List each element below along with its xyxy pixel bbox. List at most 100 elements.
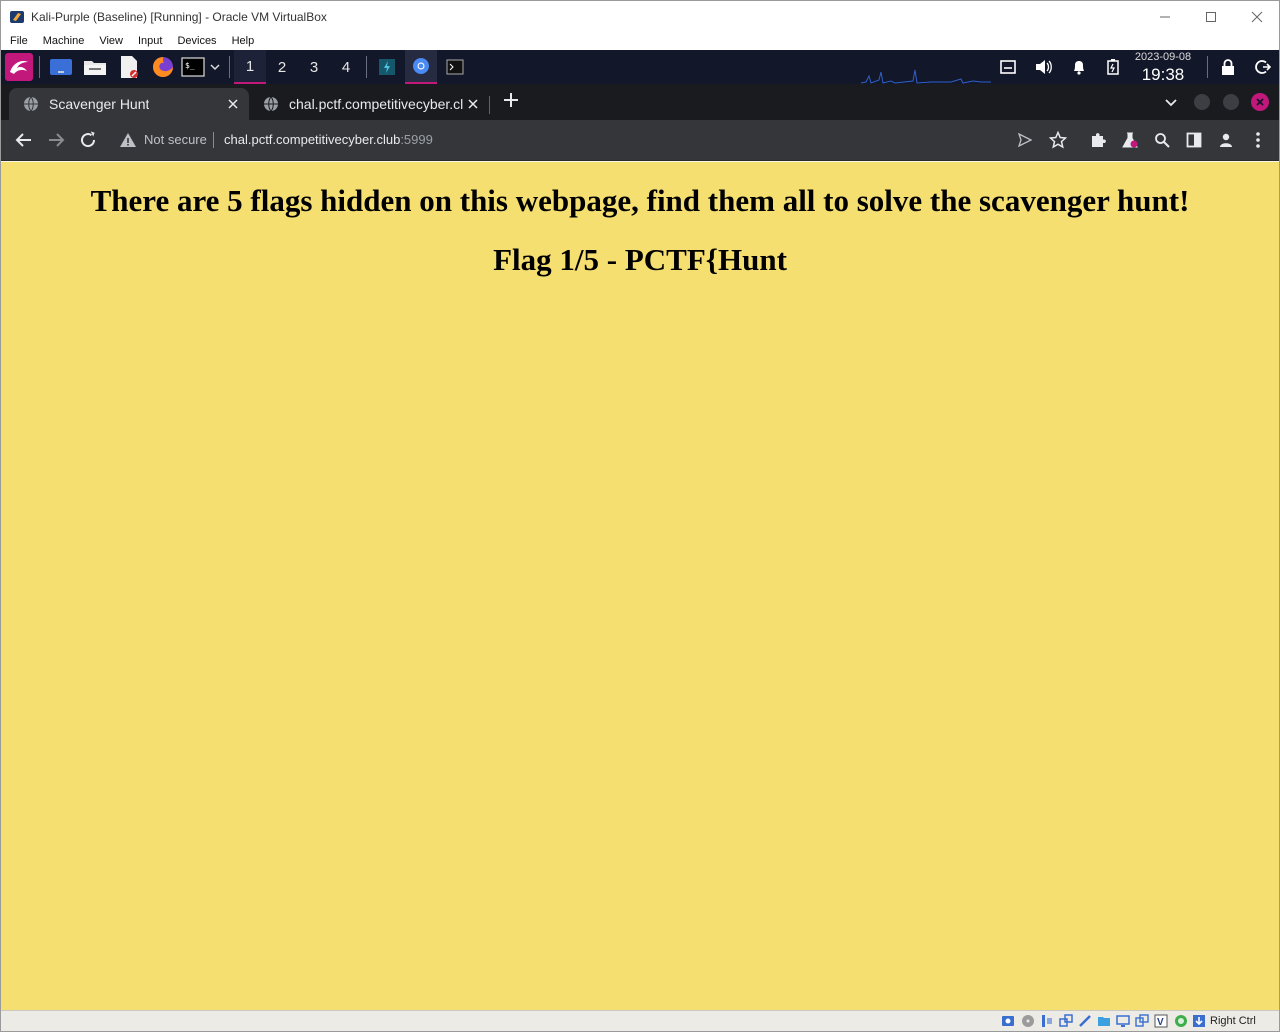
web-page-content: There are 5 flags hidden on this webpage… (1, 162, 1279, 1010)
labs-button[interactable] (1118, 128, 1142, 152)
network-adapter-icon[interactable] (1059, 1014, 1073, 1028)
tab-search-button[interactable] (1161, 92, 1181, 112)
file-manager-launcher[interactable] (81, 50, 109, 84)
workspace-1[interactable]: 1 (234, 50, 266, 84)
bookmark-button[interactable] (1046, 128, 1070, 152)
host-key-label[interactable]: Right Ctrl (1210, 1015, 1256, 1027)
search-button[interactable] (1150, 128, 1174, 152)
extensions-button[interactable] (1086, 128, 1110, 152)
menu-devices[interactable]: Devices (168, 35, 222, 47)
menu-input[interactable]: Input (129, 35, 168, 47)
virtualbox-window: Kali-Purple (Baseline) [Running] - Oracl… (0, 0, 1280, 1032)
maximize-button[interactable] (1188, 1, 1234, 32)
minimize-icon (1160, 16, 1170, 17)
svg-text:V: V (1157, 1017, 1164, 1028)
workspace-3[interactable]: 3 (298, 50, 330, 84)
person-icon (1220, 133, 1232, 147)
puzzle-icon (1092, 133, 1106, 147)
workspace-4[interactable]: 4 (330, 50, 362, 84)
window-minimize-button[interactable] (1194, 94, 1210, 110)
volume-control[interactable] (1031, 50, 1057, 84)
workspace-2[interactable]: 2 (266, 50, 298, 84)
star-icon (1049, 131, 1067, 149)
tab-close-button[interactable] (225, 96, 241, 112)
taskbar-terminal-window[interactable] (441, 50, 469, 84)
address-bar[interactable]: Not secure chal.pctf.competitivecyber.cl… (109, 125, 1085, 155)
virtualbox-app-icon (10, 10, 24, 23)
browser-menu-button[interactable] (1246, 128, 1270, 152)
tab-chal-pctf[interactable]: chal.pctf.competitivecyber.club:5999 (249, 88, 489, 120)
reload-button[interactable] (76, 128, 100, 152)
menu-file[interactable]: File (1, 35, 34, 47)
audio-icon[interactable] (1040, 1014, 1054, 1028)
cpu-graph (861, 69, 991, 84)
warning-icon[interactable] (119, 131, 137, 149)
shared-folders-icon[interactable] (1097, 1014, 1111, 1028)
side-panel-icon (1186, 132, 1202, 148)
text-editor-launcher[interactable] (115, 50, 143, 84)
send-tab-button[interactable] (1013, 128, 1037, 152)
tab-scavenger-hunt[interactable]: Scavenger Hunt (9, 88, 249, 120)
terminal-launcher[interactable]: $_ (179, 50, 207, 84)
show-desktop-button[interactable] (47, 50, 75, 84)
menu-machine[interactable]: Machine (34, 35, 91, 47)
lock-icon (1222, 59, 1234, 75)
page-heading: There are 5 flags hidden on this webpage… (90, 183, 1190, 218)
network-status[interactable] (995, 50, 1021, 84)
usb-icon[interactable] (1078, 1014, 1092, 1028)
firefox-launcher[interactable] (149, 50, 177, 84)
close-window-button[interactable] (1234, 1, 1279, 32)
vbox-menubar: File Machine View Input Devices Help (1, 32, 1279, 50)
window-close-button[interactable] (1251, 93, 1269, 111)
maximize-icon (1206, 11, 1216, 22)
lock-screen-button[interactable] (1215, 50, 1241, 84)
flag-text: Flag 1/5 - PCTF{Hunt (493, 242, 787, 277)
panel-clock[interactable]: 19:38 (1125, 65, 1201, 85)
globe-icon (24, 96, 38, 112)
notifications-button[interactable] (1066, 50, 1092, 84)
url-port: :5999 (400, 132, 433, 147)
close-icon (468, 99, 478, 109)
menu-help[interactable]: Help (223, 35, 261, 47)
kali-menu-button[interactable] (4, 50, 34, 84)
kali-dragon-icon (5, 53, 33, 81)
video-capture-icon[interactable] (1135, 1014, 1149, 1028)
terminal-window-icon (446, 59, 464, 75)
forward-button[interactable] (44, 128, 68, 152)
globe-icon (264, 96, 278, 112)
taskbar-app-window[interactable] (373, 50, 401, 84)
side-panel-button[interactable] (1182, 128, 1206, 152)
launcher-dropdown[interactable] (207, 50, 223, 84)
text-editor-icon (121, 56, 138, 78)
close-icon (228, 99, 238, 109)
taskbar-chromium-window[interactable] (405, 50, 437, 84)
window-title: Kali-Purple (Baseline) [Running] - Oracl… (31, 9, 327, 24)
new-tab-button[interactable] (499, 88, 523, 114)
menu-view[interactable]: View (90, 35, 129, 47)
app-window-icon (379, 59, 395, 75)
guest-additions-icon[interactable] (1174, 1014, 1188, 1028)
window-maximize-button[interactable] (1223, 94, 1239, 110)
search-icon (1155, 133, 1170, 148)
battery-icon (1107, 59, 1119, 75)
profile-button[interactable] (1214, 128, 1238, 152)
logout-button[interactable] (1250, 50, 1276, 84)
panel-date[interactable]: 2023-09-08 (1125, 51, 1201, 63)
more-vertical-icon (1256, 132, 1260, 148)
browser-toolbar: Not secure chal.pctf.competitivecyber.cl… (1, 120, 1279, 161)
back-button[interactable] (12, 128, 36, 152)
logout-icon (1255, 60, 1271, 74)
optical-drive-icon[interactable] (1021, 1014, 1035, 1028)
mouse-integration-icon[interactable] (1192, 1014, 1206, 1028)
hard-disk-icon[interactable] (1001, 1014, 1015, 1028)
url-text[interactable]: chal.pctf.competitivecyber.club:5999 (224, 132, 433, 147)
bell-icon (1074, 61, 1084, 75)
tab-close-button[interactable] (465, 96, 481, 112)
close-icon (1251, 11, 1263, 22)
send-icon (1018, 133, 1032, 147)
close-icon (1256, 98, 1264, 106)
security-status[interactable]: Not secure (144, 132, 207, 147)
minimize-button[interactable] (1142, 1, 1188, 32)
vt-x-icon[interactable]: V (1154, 1014, 1168, 1028)
display-icon[interactable] (1116, 1014, 1130, 1028)
